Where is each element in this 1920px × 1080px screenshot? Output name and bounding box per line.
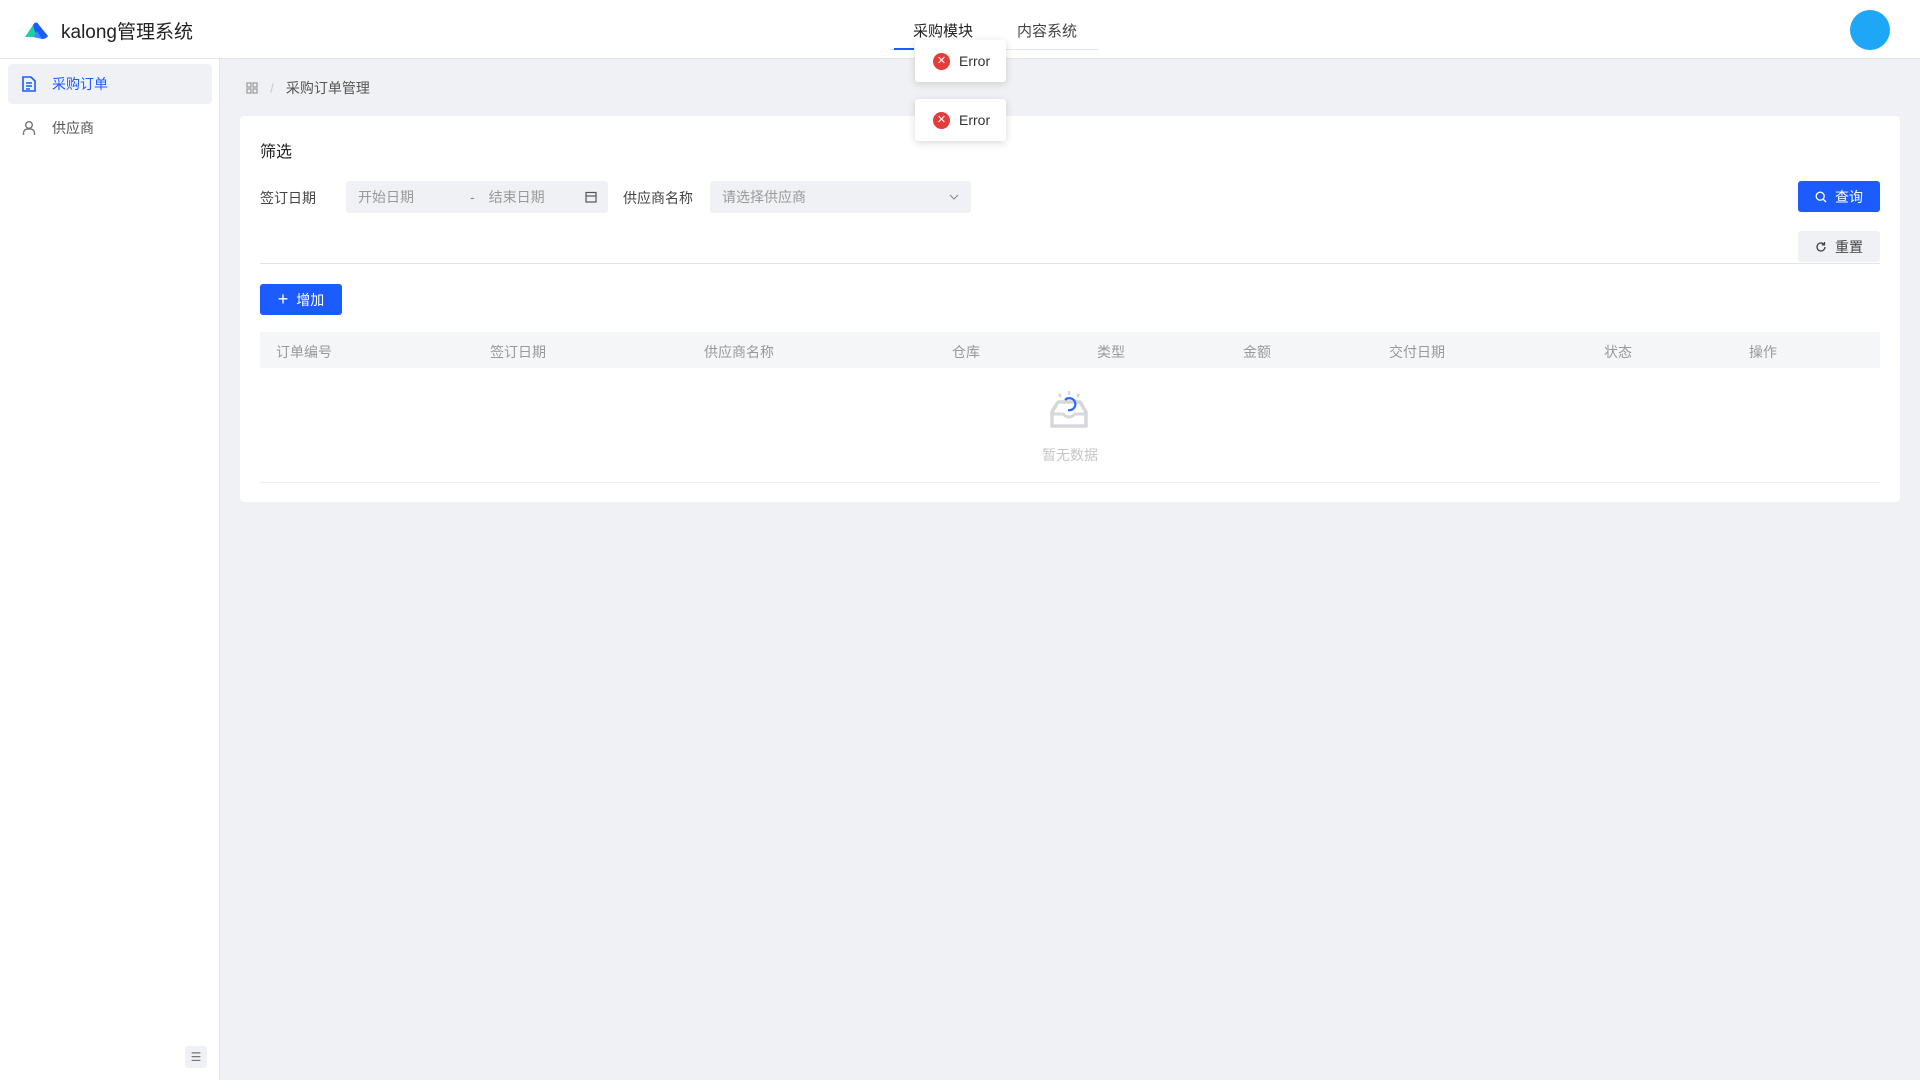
filter-divider — [260, 263, 1880, 264]
reset-button[interactable]: 重置 — [1798, 231, 1880, 262]
user-icon — [22, 121, 36, 135]
query-button-label: 查询 — [1835, 188, 1863, 205]
error-icon: ✕ — [933, 52, 950, 70]
column-header-warehouse: 仓库 — [952, 344, 980, 360]
app-title: kalong管理系统 — [61, 22, 193, 43]
column-header-order-no: 订单编号 — [276, 344, 332, 360]
toast-message: Error — [959, 53, 991, 69]
avatar[interactable] — [1850, 10, 1890, 50]
active-tab-indicator — [894, 48, 914, 50]
error-toast: ✕ Error — [915, 40, 1006, 82]
refresh-icon — [1816, 241, 1826, 252]
column-header-actions: 操作 — [1749, 344, 1777, 360]
toast-message: Error — [959, 112, 991, 128]
query-button[interactable]: 查询 — [1798, 181, 1880, 212]
column-header-type: 类型 — [1097, 344, 1125, 360]
add-button[interactable]: + 增加 — [260, 284, 342, 315]
search-icon — [1815, 191, 1827, 202]
date-separator: - — [470, 189, 475, 205]
reset-button-label: 重置 — [1835, 238, 1863, 255]
empty-state-text: 暂无数据 — [1042, 447, 1098, 463]
date-range-picker[interactable]: 开始日期 - 结束日期 — [346, 181, 608, 213]
breadcrumb: / 采购订单管理 — [246, 78, 370, 98]
sign-date-label: 签订日期 — [260, 190, 316, 206]
sidebar-item-suppliers[interactable]: 供应商 — [8, 108, 212, 148]
file-text-icon — [22, 76, 36, 92]
supplier-name-label: 供应商名称 — [623, 190, 693, 206]
start-date-input[interactable]: 开始日期 — [358, 187, 458, 207]
table-bottom-border — [260, 482, 1880, 483]
menu-fold-icon: ☰ — [190, 1050, 202, 1064]
calendar-icon — [585, 191, 597, 203]
filter-title: 筛选 — [260, 144, 293, 161]
add-button-label: 增加 — [296, 291, 325, 308]
sidebar-item-label: 供应商 — [52, 120, 94, 136]
empty-inbox-icon — [1050, 391, 1088, 428]
column-header-delivery-date: 交付日期 — [1389, 344, 1445, 360]
tab-content-system[interactable]: 内容系统 — [1017, 20, 1077, 41]
supplier-select-placeholder: 请选择供应商 — [722, 189, 806, 205]
home-grid-icon[interactable] — [246, 82, 258, 94]
collapse-sidebar-button[interactable]: ☰ — [185, 1046, 207, 1068]
error-icon: ✕ — [933, 111, 950, 129]
chevron-down-icon — [949, 194, 959, 200]
breadcrumb-current: 采购订单管理 — [285, 80, 370, 96]
supplier-select[interactable]: 请选择供应商 — [710, 181, 971, 213]
end-date-input[interactable]: 结束日期 — [489, 187, 585, 207]
sidebar-item-purchase-orders[interactable]: 采购订单 — [8, 64, 212, 104]
column-header-status: 状态 — [1604, 344, 1632, 360]
breadcrumb-separator: / — [270, 80, 274, 96]
column-header-sign-date: 签订日期 — [490, 344, 546, 360]
sidebar-item-label: 采购订单 — [52, 76, 108, 92]
sidebar: 采购订单 供应商 — [0, 59, 220, 1080]
error-toast: ✕ Error — [915, 99, 1006, 141]
column-header-supplier: 供应商名称 — [704, 344, 774, 360]
plus-icon: + — [277, 289, 289, 309]
logo-icon — [25, 22, 48, 39]
tab-procurement[interactable]: 采购模块 — [913, 20, 973, 41]
column-header-amount: 金额 — [1243, 344, 1271, 360]
